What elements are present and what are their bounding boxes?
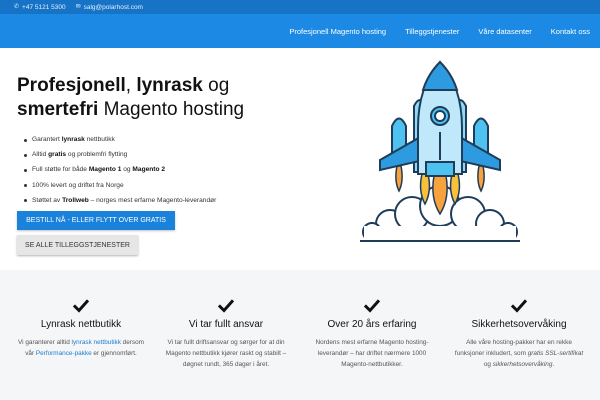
- feature-description: Vi tar fullt driftsansvar og sørger for …: [165, 339, 287, 368]
- checkmark-icon: [218, 299, 234, 313]
- hero-section: Profesjonell, lynrask og smertefri Magen…: [0, 48, 600, 270]
- see-services-button[interactable]: SE ALLE TILLEGGSTJENESTER: [17, 235, 138, 255]
- nav-item-magento-hosting[interactable]: Profesjonell Magento hosting: [289, 27, 386, 36]
- nav-item-tilleggstjenester[interactable]: Tilleggstjenester: [405, 27, 459, 36]
- bullet-item: Støttet av Trollweb – norges mest erfarn…: [24, 193, 314, 208]
- performance-pakke-link[interactable]: Performance-pakke: [36, 350, 92, 357]
- phone-number: +47 5121 5300: [22, 3, 66, 11]
- feature-title: Sikkerhetsovervåking: [471, 319, 567, 330]
- main-navigation: Profesjonell Magento hosting Tilleggstje…: [0, 14, 600, 48]
- phone-contact[interactable]: ✆ +47 5121 5300: [14, 4, 66, 11]
- nav-item-kontakt[interactable]: Kontakt oss: [551, 27, 590, 36]
- feature-description: Vi garanterer alltid lynrask nettbutikk …: [18, 339, 144, 357]
- features-section: Lynrask nettbutikk Vi garanterer alltid …: [0, 270, 600, 400]
- rocket-illustration: [360, 60, 520, 242]
- email-contact[interactable]: ✉ salg@polarhost.com: [76, 4, 143, 11]
- hero-headline: Profesjonell, lynrask og smertefri Magen…: [17, 75, 245, 120]
- feature-title: Vi tar fullt ansvar: [188, 319, 264, 330]
- feature-title: Over 20 års erfaring: [327, 319, 417, 330]
- top-contact-bar: ✆ +47 5121 5300 ✉ salg@polarhost.com: [0, 0, 600, 14]
- checkmark-icon: [364, 299, 380, 313]
- email-address: salg@polarhost.com: [83, 3, 143, 11]
- phone-icon: ✆: [14, 4, 20, 10]
- feature-description: Nordens mest erfarne Magento hosting-lev…: [315, 339, 429, 368]
- bullet-item: Garantert lynrask nettbutikk: [24, 132, 314, 147]
- bullet-item: Alltid gratis og problemfri flytting: [24, 147, 314, 162]
- bullet-item: 100% levert og driftet fra Norge: [24, 178, 314, 193]
- order-button[interactable]: BESTILL NÅ - ELLER FLYTT OVER GRATIS: [17, 211, 175, 230]
- feature-bullet-list: Garantert lynrask nettbutikk Alltid grat…: [24, 132, 314, 208]
- feature-description: Alle våre hosting-pakker har en rekke fu…: [454, 339, 584, 368]
- lynrask-link[interactable]: lynrask nettbutikk: [72, 339, 121, 346]
- checkmark-icon: [511, 299, 527, 313]
- rocket-body: [417, 60, 463, 177]
- checkmark-icon: [73, 299, 89, 313]
- feature-title: Lynrask nettbutikk: [40, 319, 122, 330]
- envelope-icon: ✉: [75, 4, 81, 10]
- nav-menu: Profesjonell Magento hosting Tilleggstje…: [289, 14, 590, 48]
- nav-item-datasenter[interactable]: Våre datasenter: [478, 27, 531, 36]
- bullet-item: Full støtte for både Magento 1 og Magent…: [24, 162, 314, 177]
